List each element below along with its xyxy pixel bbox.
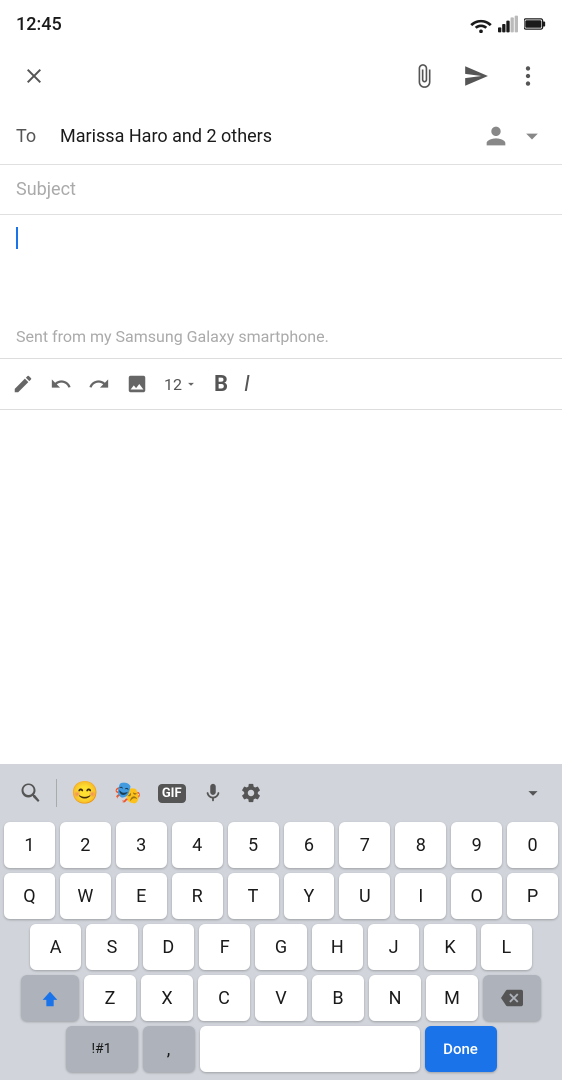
key-p[interactable]: P bbox=[507, 873, 558, 919]
expand-recipients-icon[interactable] bbox=[518, 122, 546, 150]
status-time: 12:45 bbox=[16, 14, 62, 35]
key-o[interactable]: O bbox=[451, 873, 502, 919]
bottom-row: !#1 , Done bbox=[4, 1026, 558, 1072]
key-h[interactable]: H bbox=[312, 924, 363, 970]
space-key[interactable] bbox=[200, 1026, 420, 1072]
key-e[interactable]: E bbox=[116, 873, 167, 919]
key-l[interactable]: L bbox=[481, 924, 532, 970]
more-button[interactable] bbox=[510, 58, 546, 94]
close-button[interactable] bbox=[16, 58, 52, 94]
key-c[interactable]: C bbox=[198, 975, 250, 1021]
sticker-key[interactable]: 🎭 bbox=[106, 777, 149, 810]
backspace-key[interactable] bbox=[483, 975, 541, 1021]
key-m[interactable]: M bbox=[426, 975, 478, 1021]
status-icons bbox=[470, 15, 546, 33]
key-s[interactable]: S bbox=[86, 924, 137, 970]
comma-key[interactable]: , bbox=[143, 1026, 195, 1072]
key-3[interactable]: 3 bbox=[116, 822, 167, 868]
key-4[interactable]: 4 bbox=[172, 822, 223, 868]
microphone-key[interactable] bbox=[194, 778, 232, 808]
key-k[interactable]: K bbox=[424, 924, 475, 970]
key-1[interactable]: 1 bbox=[4, 822, 55, 868]
key-d[interactable]: D bbox=[143, 924, 194, 970]
key-f[interactable]: F bbox=[199, 924, 250, 970]
key-w[interactable]: W bbox=[60, 873, 111, 919]
key-j[interactable]: J bbox=[368, 924, 419, 970]
battery-icon bbox=[524, 17, 546, 31]
signal-icon bbox=[498, 15, 518, 33]
key-a[interactable]: A bbox=[30, 924, 81, 970]
key-n[interactable]: N bbox=[369, 975, 421, 1021]
key-v[interactable]: V bbox=[255, 975, 307, 1021]
to-label: To bbox=[16, 126, 60, 147]
keyboard: 😊 🎭 GIF 1 2 3 4 5 bbox=[0, 764, 562, 1080]
key-8[interactable]: 8 bbox=[395, 822, 446, 868]
to-field-row[interactable]: To Marissa Haro and 2 others bbox=[0, 108, 562, 165]
redo-button[interactable] bbox=[88, 373, 110, 395]
italic-button[interactable]: I bbox=[244, 372, 250, 397]
font-size-selector[interactable]: 12 bbox=[164, 375, 198, 394]
key-r[interactable]: R bbox=[172, 873, 223, 919]
email-body[interactable] bbox=[0, 215, 562, 295]
hide-keyboard-key[interactable] bbox=[514, 778, 552, 808]
font-size-value: 12 bbox=[164, 375, 182, 394]
key-2[interactable]: 2 bbox=[60, 822, 111, 868]
qwerty-row: Q W E R T Y U I O P bbox=[4, 873, 558, 919]
status-bar: 12:45 bbox=[0, 0, 562, 44]
number-row: 1 2 3 4 5 6 7 8 9 0 bbox=[4, 822, 558, 868]
text-cursor bbox=[16, 227, 18, 249]
to-field-actions bbox=[482, 122, 546, 150]
key-y[interactable]: Y bbox=[284, 873, 335, 919]
toolbar-right-actions bbox=[406, 58, 546, 94]
zxcv-row: Z X C V B N M bbox=[4, 975, 558, 1021]
key-q[interactable]: Q bbox=[4, 873, 55, 919]
translate-key[interactable] bbox=[10, 777, 50, 809]
key-g[interactable]: G bbox=[255, 924, 306, 970]
asdf-row: A S D F G H J K L bbox=[4, 924, 558, 970]
gif-label: GIF bbox=[158, 784, 186, 803]
key-5[interactable]: 5 bbox=[228, 822, 279, 868]
symbols-key[interactable]: !#1 bbox=[66, 1026, 138, 1072]
settings-key[interactable] bbox=[232, 778, 270, 808]
key-0[interactable]: 0 bbox=[507, 822, 558, 868]
email-signature: Sent from my Samsung Galaxy smartphone. bbox=[0, 315, 562, 358]
keyboard-rows: 1 2 3 4 5 6 7 8 9 0 Q W E R T Y U I O P … bbox=[0, 818, 562, 1080]
contact-icon[interactable] bbox=[482, 122, 510, 150]
kbd-divider bbox=[56, 779, 57, 807]
gif-key[interactable]: GIF bbox=[150, 780, 194, 807]
emoji-key[interactable]: 😊 bbox=[63, 777, 106, 810]
undo-button[interactable] bbox=[50, 373, 72, 395]
key-6[interactable]: 6 bbox=[284, 822, 335, 868]
email-toolbar bbox=[0, 44, 562, 108]
bold-button[interactable]: B bbox=[214, 372, 228, 397]
subject-placeholder[interactable]: Subject bbox=[16, 179, 76, 200]
attach-button[interactable] bbox=[406, 58, 442, 94]
key-t[interactable]: T bbox=[228, 873, 279, 919]
insert-image-button[interactable] bbox=[126, 373, 148, 395]
done-key[interactable]: Done bbox=[425, 1026, 497, 1072]
key-x[interactable]: X bbox=[141, 975, 193, 1021]
send-button[interactable] bbox=[458, 58, 494, 94]
wifi-icon bbox=[470, 15, 492, 33]
key-7[interactable]: 7 bbox=[339, 822, 390, 868]
key-i[interactable]: I bbox=[395, 873, 446, 919]
key-z[interactable]: Z bbox=[84, 975, 136, 1021]
to-value[interactable]: Marissa Haro and 2 others bbox=[60, 126, 482, 147]
pencil-edit-button[interactable] bbox=[12, 373, 34, 395]
subject-field-row[interactable]: Subject bbox=[0, 165, 562, 215]
keyboard-special-row: 😊 🎭 GIF bbox=[0, 764, 562, 818]
key-b[interactable]: B bbox=[312, 975, 364, 1021]
shift-key[interactable] bbox=[21, 975, 79, 1021]
key-u[interactable]: U bbox=[339, 873, 390, 919]
email-compose-area: To Marissa Haro and 2 others Subject Sen… bbox=[0, 108, 562, 358]
format-toolbar: 12 B I bbox=[0, 358, 562, 410]
key-9[interactable]: 9 bbox=[451, 822, 502, 868]
